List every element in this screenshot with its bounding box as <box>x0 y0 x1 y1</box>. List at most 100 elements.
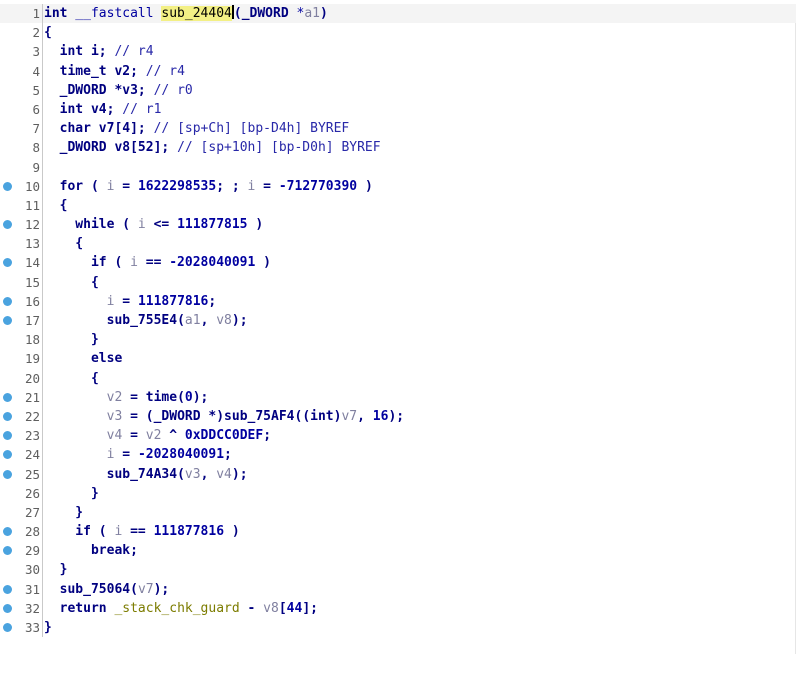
breakpoint-icon[interactable] <box>3 623 12 632</box>
breakpoint-icon[interactable] <box>3 584 12 594</box>
code-line[interactable]: 4 time_t v2; // r4 <box>0 61 796 81</box>
code-line[interactable]: 15 { <box>0 272 796 292</box>
pseudocode-view[interactable]: 1 int __fastcall sub_24404 (_DWORD *a1) 2{3… <box>0 4 796 654</box>
code-text[interactable]: } <box>44 560 796 579</box>
code-line[interactable]: 11 { <box>0 195 796 216</box>
code-line[interactable]: 8 _DWORD v8[52]; // [sp+10h] [bp-D0h] BY… <box>0 138 796 158</box>
code-line[interactable]: 6 int v4; // r1 <box>0 99 796 120</box>
code-token: i <box>137 217 146 233</box>
line-number: 19 <box>24 351 40 367</box>
code-text[interactable]: sub_74A34(v3, v4); <box>44 465 796 484</box>
code-text[interactable]: return _stack_chk_guard - v8[44]; <box>44 599 796 618</box>
breakpoint-icon[interactable] <box>3 411 12 421</box>
breakpoint-icon[interactable] <box>3 258 12 268</box>
gutter-divider <box>42 330 43 350</box>
code-line[interactable]: 7 char v7[4]; // [sp+Ch] [bp-D4h] BYREF <box>0 119 796 139</box>
code-line[interactable]: 16 i = 111877816; <box>0 291 796 311</box>
code-token: = <box>114 178 138 194</box>
code-text[interactable]: sub_75064(v7); <box>44 580 796 599</box>
code-token: 111877815 <box>177 217 248 233</box>
code-text[interactable]: v3 = (_DWORD *)sub_75AF4((int)v7, 16); <box>44 407 796 426</box>
code-text[interactable]: } <box>44 503 796 522</box>
code-text[interactable]: { <box>44 196 796 215</box>
code-line[interactable]: 25 sub_74A34(v3, v4); <box>0 464 796 484</box>
code-text[interactable]: _DWORD v8[52]; // [sp+10h] [bp-D0h] BYRE… <box>44 138 796 157</box>
code-line[interactable]: 21 v2 = time(0); <box>0 387 796 407</box>
code-text[interactable]: { <box>44 234 796 253</box>
code-token: (( <box>294 408 311 424</box>
code-text[interactable]: { <box>44 23 796 42</box>
code-line[interactable]: 27 } <box>0 502 796 523</box>
code-line[interactable]: 31 sub_75064(v7); <box>0 579 796 599</box>
code-text[interactable]: v4 = v2 ^ 0xDDCC0DEF; <box>44 426 796 445</box>
code-text[interactable]: i = -2028040091; <box>44 445 796 464</box>
breakpoint-icon[interactable] <box>3 296 12 306</box>
breakpoint-icon[interactable] <box>3 220 12 230</box>
line-number: 22 <box>24 408 40 424</box>
code-text[interactable]: int __fastcall sub_24404 (_DWORD *a1) <box>44 4 796 23</box>
code-line[interactable]: 12 while ( i <= 111877815 ) <box>0 215 796 235</box>
code-text[interactable]: while ( i <= 111877815 ) <box>44 215 796 234</box>
gutter-divider <box>42 195 43 216</box>
line-number: 7 <box>32 121 40 137</box>
code-line[interactable]: 32 return _stack_chk_guard - v8[44]; <box>0 598 796 618</box>
gutter-divider <box>42 579 43 599</box>
code-text[interactable]: sub_755E4(a1, v8); <box>44 311 796 330</box>
code-text[interactable]: i = 111877816; <box>44 292 796 311</box>
code-line[interactable]: 22 v3 = (_DWORD *)sub_75AF4((int)v7, 16)… <box>0 406 796 427</box>
code-line[interactable]: 1 int __fastcall sub_24404 (_DWORD *a1) <box>0 4 796 24</box>
line-number: 13 <box>24 236 40 252</box>
code-text[interactable]: else <box>44 349 796 368</box>
code-text[interactable]: char v7[4]; // [sp+Ch] [bp-D4h] BYREF <box>44 119 796 138</box>
code-text[interactable]: } <box>44 618 796 637</box>
code-token: ); <box>231 313 248 328</box>
breakpoint-icon[interactable] <box>3 546 12 556</box>
code-line[interactable]: 3 int i; // r4 <box>0 42 796 62</box>
breakpoint-icon[interactable] <box>3 181 12 191</box>
code-text[interactable]: _DWORD *v3; // r0 <box>44 81 796 100</box>
code-text[interactable]: } <box>44 330 796 349</box>
code-text[interactable]: if ( i == 111877816 ) <box>44 522 796 541</box>
code-line[interactable]: 2{ <box>0 23 796 43</box>
code-line[interactable]: 9 <box>0 157 796 177</box>
code-text[interactable]: } <box>44 484 796 503</box>
code-line[interactable]: 24 i = -2028040091; <box>0 445 796 465</box>
code-text[interactable]: time_t v2; // r4 <box>44 62 796 81</box>
code-line[interactable]: 5 _DWORD *v3; // r0 <box>0 80 796 100</box>
breakpoint-icon[interactable] <box>3 450 12 460</box>
code-text[interactable]: int v4; // r1 <box>44 100 796 119</box>
code-line[interactable]: 26 } <box>0 483 796 503</box>
code-text[interactable]: if ( i == -2028040091 ) <box>44 253 796 272</box>
code-line[interactable]: 28 if ( i == 111877816 ) <box>0 522 796 542</box>
code-line[interactable]: 14 if ( i == -2028040091 ) <box>0 253 796 273</box>
code-text[interactable]: int i; // r4 <box>44 42 796 61</box>
code-line[interactable]: 20 { <box>0 368 796 388</box>
code-line[interactable]: 10 for ( i = 1622298535; ; i = -71277039… <box>0 176 796 196</box>
breakpoint-icon[interactable] <box>3 316 12 325</box>
code-token: v8 <box>216 313 232 328</box>
gutter-divider <box>42 560 43 580</box>
breakpoint-icon[interactable] <box>3 469 12 479</box>
code-line[interactable]: 30 } <box>0 560 796 580</box>
code-text[interactable]: { <box>44 369 796 388</box>
code-line[interactable]: 33} <box>0 618 796 638</box>
code-text[interactable]: for ( i = 1622298535; ; i = -712770390 ) <box>44 177 796 196</box>
code-token: 111877816 <box>153 524 225 540</box>
code-text[interactable]: v2 = time(0); <box>44 388 796 407</box>
code-token: ( <box>177 313 185 328</box>
breakpoint-icon[interactable] <box>3 527 12 537</box>
code-line[interactable]: 23 v4 = v2 ^ 0xDDCC0DEF; <box>0 426 796 446</box>
breakpoint-icon[interactable] <box>3 603 12 613</box>
code-line[interactable]: 13 { <box>0 234 796 254</box>
breakpoint-icon[interactable] <box>3 392 12 402</box>
code-line[interactable]: 17 sub_755E4(a1, v8); <box>0 311 796 331</box>
code-line[interactable]: 19 else <box>0 349 796 369</box>
code-line[interactable]: 29 break; <box>0 541 796 561</box>
code-text[interactable]: { <box>44 273 796 292</box>
code-text[interactable]: break; <box>44 541 796 560</box>
breakpoint-icon[interactable] <box>3 431 12 441</box>
code-line[interactable]: 18 } <box>0 330 796 350</box>
gutter-divider <box>42 138 43 158</box>
